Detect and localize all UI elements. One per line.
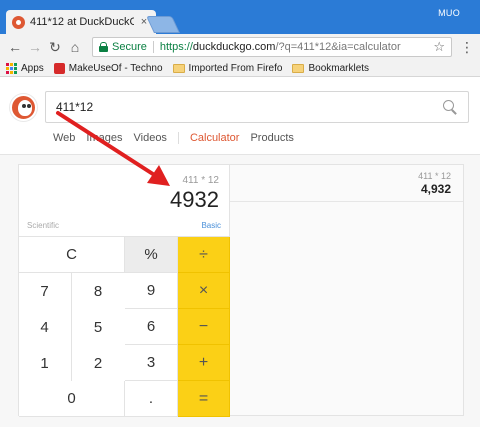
percent-button[interactable]: % — [125, 237, 178, 273]
profile-label[interactable]: MUO — [438, 8, 460, 18]
decimal-point-button[interactable]: . — [125, 381, 178, 417]
tab-calculator[interactable]: Calculator — [190, 132, 240, 144]
history-result[interactable]: 4,932 — [421, 182, 451, 196]
ddg-header: 411*12 Web Images Videos Calculator Prod… — [0, 77, 480, 155]
calculator-expression: 411 * 12 — [182, 175, 219, 186]
history-divider — [230, 201, 463, 202]
digit-0-button[interactable]: 0 — [19, 381, 125, 417]
digit-9-button[interactable]: 9 — [125, 273, 178, 309]
keys-4-5: 4 5 — [18, 309, 125, 345]
home-icon[interactable]: ⌂ — [66, 38, 84, 56]
calculator-history: 411 * 12 4,932 — [230, 165, 463, 415]
bookmarks-bar: Apps MakeUseOf - Techno Imported From Fi… — [0, 60, 480, 77]
equals-button[interactable]: = — [178, 381, 230, 417]
keys-7-8: 7 8 — [18, 273, 125, 309]
nav-divider — [177, 132, 179, 144]
bookmark-folder-firefox[interactable]: Imported From Firefo — [172, 62, 283, 74]
bookmark-label: MakeUseOf - Techno — [68, 62, 163, 74]
url-scheme: https:// — [159, 41, 193, 53]
digit-7-button[interactable]: 7 — [18, 273, 72, 309]
bookmark-label: Apps — [21, 62, 44, 74]
url-host: duckduckgo.com — [192, 41, 276, 53]
lock-icon[interactable] — [99, 42, 108, 52]
divide-button[interactable]: ÷ — [178, 237, 230, 273]
mode-scientific-button[interactable]: Scientific — [27, 221, 59, 230]
address-bar[interactable]: Secure https:// duckduckgo.com /?q=411*1… — [92, 37, 452, 57]
forward-arrow-icon[interactable]: → — [26, 38, 44, 56]
apps-grid-icon — [6, 62, 17, 74]
back-arrow-icon[interactable]: ← — [6, 38, 24, 56]
makeuseof-icon — [53, 62, 65, 74]
search-input[interactable]: 411*12 — [45, 91, 469, 123]
search-nav-tabs: Web Images Videos Calculator Products — [53, 132, 305, 144]
omnibox-divider — [152, 41, 154, 53]
digit-5-button[interactable]: 5 — [71, 309, 125, 345]
bookmark-folder-bookmarklets[interactable]: Bookmarklets — [292, 63, 369, 74]
calculator-result: 4932 — [170, 187, 219, 212]
duckduckgo-logo-icon[interactable] — [10, 94, 37, 121]
minus-button[interactable]: − — [178, 309, 230, 345]
folder-icon — [292, 63, 305, 73]
keys-1-2: 1 2 — [18, 345, 125, 381]
digit-2-button[interactable]: 2 — [71, 345, 125, 381]
tab-title: 411*12 at DuckDuckGo — [30, 16, 134, 28]
search-query[interactable]: 411*12 — [56, 100, 93, 114]
history-expression[interactable]: 411 * 12 — [418, 171, 451, 181]
duckduckgo-favicon-icon — [12, 15, 25, 29]
digit-4-button[interactable]: 4 — [18, 309, 72, 345]
browser-toolbar: ← → ↻ ⌂ Secure https:// duckduckgo.com /… — [0, 34, 480, 60]
calculator-panel: 411 * 12 4932 Scientific Basic C % ÷ 7 8… — [18, 165, 230, 417]
digit-6-button[interactable]: 6 — [125, 309, 178, 345]
reload-icon[interactable]: ↻ — [46, 38, 64, 56]
browser-tab-strip: 411*12 at DuckDuckGo × MUO — [0, 0, 480, 34]
digit-3-button[interactable]: 3 — [125, 345, 178, 381]
digit-1-button[interactable]: 1 — [18, 345, 72, 381]
tab-videos[interactable]: Videos — [134, 132, 167, 144]
tab-web[interactable]: Web — [53, 132, 75, 144]
tab-images[interactable]: Images — [86, 132, 122, 144]
digit-8-button[interactable]: 8 — [71, 273, 125, 309]
bookmark-star-icon[interactable]: ☆ — [433, 39, 445, 55]
bookmark-makeuseof[interactable]: MakeUseOf - Techno — [53, 62, 163, 74]
browser-menu-icon[interactable]: ⋮ — [460, 40, 474, 54]
multiply-button[interactable]: × — [178, 273, 230, 309]
folder-icon — [172, 63, 185, 73]
url-path: /?q=411*12&ia=calculator — [275, 41, 401, 53]
bookmark-label: Bookmarklets — [308, 62, 370, 74]
mode-basic-button[interactable]: Basic — [201, 221, 221, 230]
clear-button[interactable]: C — [19, 237, 125, 273]
calculator-keypad: C % ÷ 7 8 9 × 4 5 6 − 1 2 3 + 0 . = — [18, 236, 230, 417]
bookmark-label: Imported From Firefo — [188, 62, 283, 74]
search-icon[interactable] — [442, 99, 458, 115]
plus-button[interactable]: + — [178, 345, 230, 381]
tab-products[interactable]: Products — [250, 132, 293, 144]
calculator-widget: 411 * 12 4932 Scientific Basic C % ÷ 7 8… — [18, 164, 464, 417]
browser-tab-active[interactable]: 411*12 at DuckDuckGo × — [6, 10, 156, 34]
secure-label[interactable]: Secure — [112, 41, 147, 53]
bookmark-apps[interactable]: Apps — [6, 62, 44, 74]
